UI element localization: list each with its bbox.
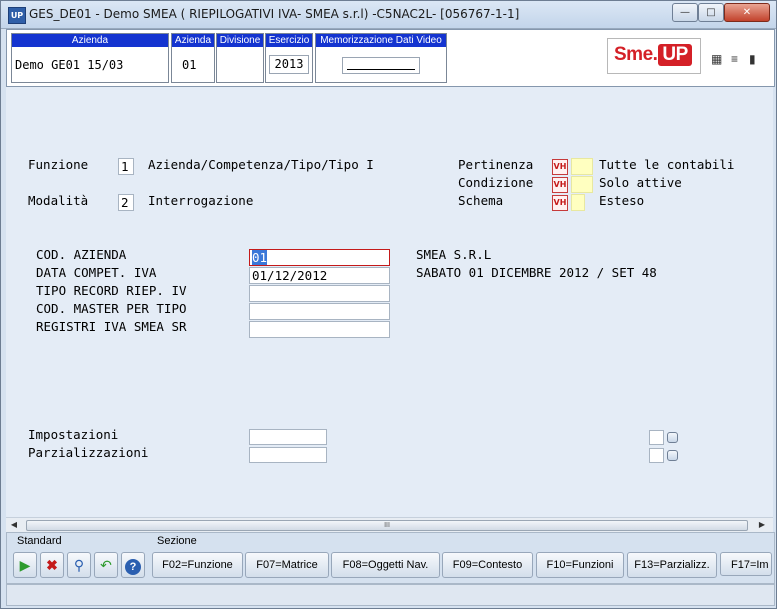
impostazioni-field[interactable]	[249, 429, 327, 445]
f13-button[interactable]: F13=Parzializz.	[627, 552, 717, 578]
field-desc-cod-azienda: SMEA S.R.L	[416, 247, 492, 262]
field-label-cod-master: COD. MASTER PER TIPO	[36, 301, 187, 316]
minimize-icon: —	[680, 7, 690, 18]
header-azienda-code: Azienda 01	[171, 33, 215, 83]
header-divisione: Divisione	[216, 33, 264, 83]
field-desc-data-compet: SABATO 01 DICEMBRE 2012 / SET 48	[416, 265, 657, 280]
undo-button[interactable]: ↶	[94, 552, 118, 578]
cod-azienda-field[interactable]: 01	[249, 249, 390, 266]
standard-group-label: Standard	[17, 535, 62, 547]
delete-icon: ✖	[46, 557, 58, 573]
book-icon[interactable]: ▮	[749, 52, 756, 68]
field-label-data-compet: DATA COMPET. IVA	[36, 265, 157, 280]
funzione-desc: Azienda/Competenza/Tipo/Tipo I	[148, 157, 374, 172]
field-label-tipo-record: TIPO RECORD RIEP. IV	[36, 283, 187, 298]
f09-button[interactable]: F09=Contesto	[442, 552, 533, 578]
pertinenza-field[interactable]	[571, 158, 593, 175]
schema-field[interactable]	[571, 194, 585, 211]
registri-iva-field[interactable]	[249, 321, 390, 338]
header-esercizio-label: Esercizio	[266, 34, 312, 47]
search-icon: ⚲	[73, 557, 85, 573]
smeup-logo: Sme. UP	[607, 38, 701, 74]
search-button[interactable]: ⚲	[67, 552, 91, 578]
header-azienda-code-label: Azienda	[172, 34, 214, 47]
header-esercizio: Esercizio 2013	[265, 33, 313, 83]
close-icon: ✕	[742, 7, 752, 18]
logo-text: Sme.	[614, 44, 658, 65]
field-label-registri-iva: REGISTRI IVA SMEA SR	[36, 319, 187, 334]
parzializzazioni-option-button[interactable]	[667, 450, 678, 461]
condizione-desc: Solo attive	[599, 175, 682, 190]
logo-up: UP	[658, 44, 692, 66]
modalita-desc: Interrogazione	[148, 193, 254, 208]
f10-button[interactable]: F10=Funzioni	[536, 552, 624, 578]
horizontal-scrollbar[interactable]: ◀ III ▶	[6, 517, 773, 532]
sezione-group-label: Sezione	[157, 535, 197, 547]
application-window: UP GES_DE01 - Demo SMEA ( RIEPILOGATIVI …	[0, 0, 777, 609]
memorizzazione-field[interactable]	[342, 57, 420, 74]
cod-azienda-value: 01	[252, 250, 268, 265]
minimize-button[interactable]: —	[672, 3, 698, 22]
f17-button[interactable]: F17=Im	[720, 552, 772, 576]
header-memorizzazione-label: Memorizzazione Dati Video	[316, 34, 446, 47]
condizione-label: Condizione	[458, 175, 534, 190]
schema-vh-button[interactable]: VH	[552, 195, 568, 211]
f08-button[interactable]: F08=Oggetti Nav.	[331, 552, 440, 578]
play-icon: ▶	[19, 557, 31, 573]
parzializzazioni-field[interactable]	[249, 447, 327, 463]
parzializzazioni-checkbox[interactable]	[649, 448, 664, 463]
tipo-record-field[interactable]	[249, 285, 390, 302]
field-label-cod-azienda: COD. AZIENDA	[36, 247, 127, 262]
schema-label: Schema	[458, 193, 504, 208]
pertinenza-vh-button[interactable]: VH	[552, 159, 568, 175]
header-divisione-label: Divisione	[217, 34, 263, 47]
header-panel: Azienda Demo GE01 15/03 Azienda 01 Divis…	[6, 29, 775, 87]
f02-button[interactable]: F02=Funzione	[152, 552, 243, 578]
impostazioni-checkbox[interactable]	[649, 430, 664, 445]
impostazioni-label: Impostazioni	[28, 427, 119, 442]
cod-master-field[interactable]	[249, 303, 390, 320]
list-icon[interactable]: ≡	[731, 52, 738, 68]
delete-button[interactable]: ✖	[40, 552, 64, 578]
header-azienda-value: Demo GE01 15/03	[15, 58, 124, 72]
header-azienda: Azienda Demo GE01 15/03	[11, 33, 169, 83]
title-bar: UP GES_DE01 - Demo SMEA ( RIEPILOGATIVI …	[1, 1, 776, 29]
bottom-toolbar: Standard Sezione ▶ ✖ ⚲ ↶ ? F02=Funzione …	[6, 532, 775, 584]
scroll-right-icon[interactable]: ▶	[756, 519, 768, 531]
help-button[interactable]: ?	[121, 552, 145, 578]
undo-icon: ↶	[100, 557, 112, 573]
header-azienda-code-value: 01	[182, 58, 197, 72]
esercizio-field[interactable]: 2013	[269, 55, 309, 74]
scroll-left-icon[interactable]: ◀	[8, 519, 20, 531]
close-button[interactable]: ✕	[724, 3, 770, 22]
f07-button[interactable]: F07=Matrice	[245, 552, 329, 578]
condizione-vh-button[interactable]: VH	[552, 177, 568, 193]
modalita-label: Modalità	[28, 193, 89, 208]
schema-desc: Esteso	[599, 193, 645, 208]
status-bar	[6, 584, 775, 606]
header-azienda-label: Azienda	[12, 34, 168, 47]
impostazioni-option-button[interactable]	[667, 432, 678, 443]
maximize-icon: □	[706, 7, 716, 18]
maximize-button[interactable]: □	[698, 3, 724, 22]
app-icon: UP	[8, 7, 26, 24]
scroll-thumb[interactable]: III	[26, 520, 748, 531]
header-memorizzazione: Memorizzazione Dati Video	[315, 33, 447, 83]
funzione-label: Funzione	[28, 157, 89, 172]
pertinenza-desc: Tutte le contabili	[599, 157, 735, 172]
modalita-field[interactable]: 2	[118, 194, 134, 211]
parzializzazioni-label: Parzializzazioni	[28, 445, 149, 460]
main-form: Funzione 1 Azienda/Competenza/Tipo/Tipo …	[6, 87, 773, 517]
condizione-field[interactable]	[571, 176, 593, 193]
pertinenza-label: Pertinenza	[458, 157, 534, 172]
data-compet-field[interactable]: 01/12/2012	[249, 267, 390, 284]
calendar-icon[interactable]: ▦	[711, 52, 722, 68]
window-title: GES_DE01 - Demo SMEA ( RIEPILOGATIVI IVA…	[29, 7, 520, 21]
play-button[interactable]: ▶	[13, 552, 37, 578]
help-icon: ?	[125, 559, 141, 575]
funzione-field[interactable]: 1	[118, 158, 134, 175]
